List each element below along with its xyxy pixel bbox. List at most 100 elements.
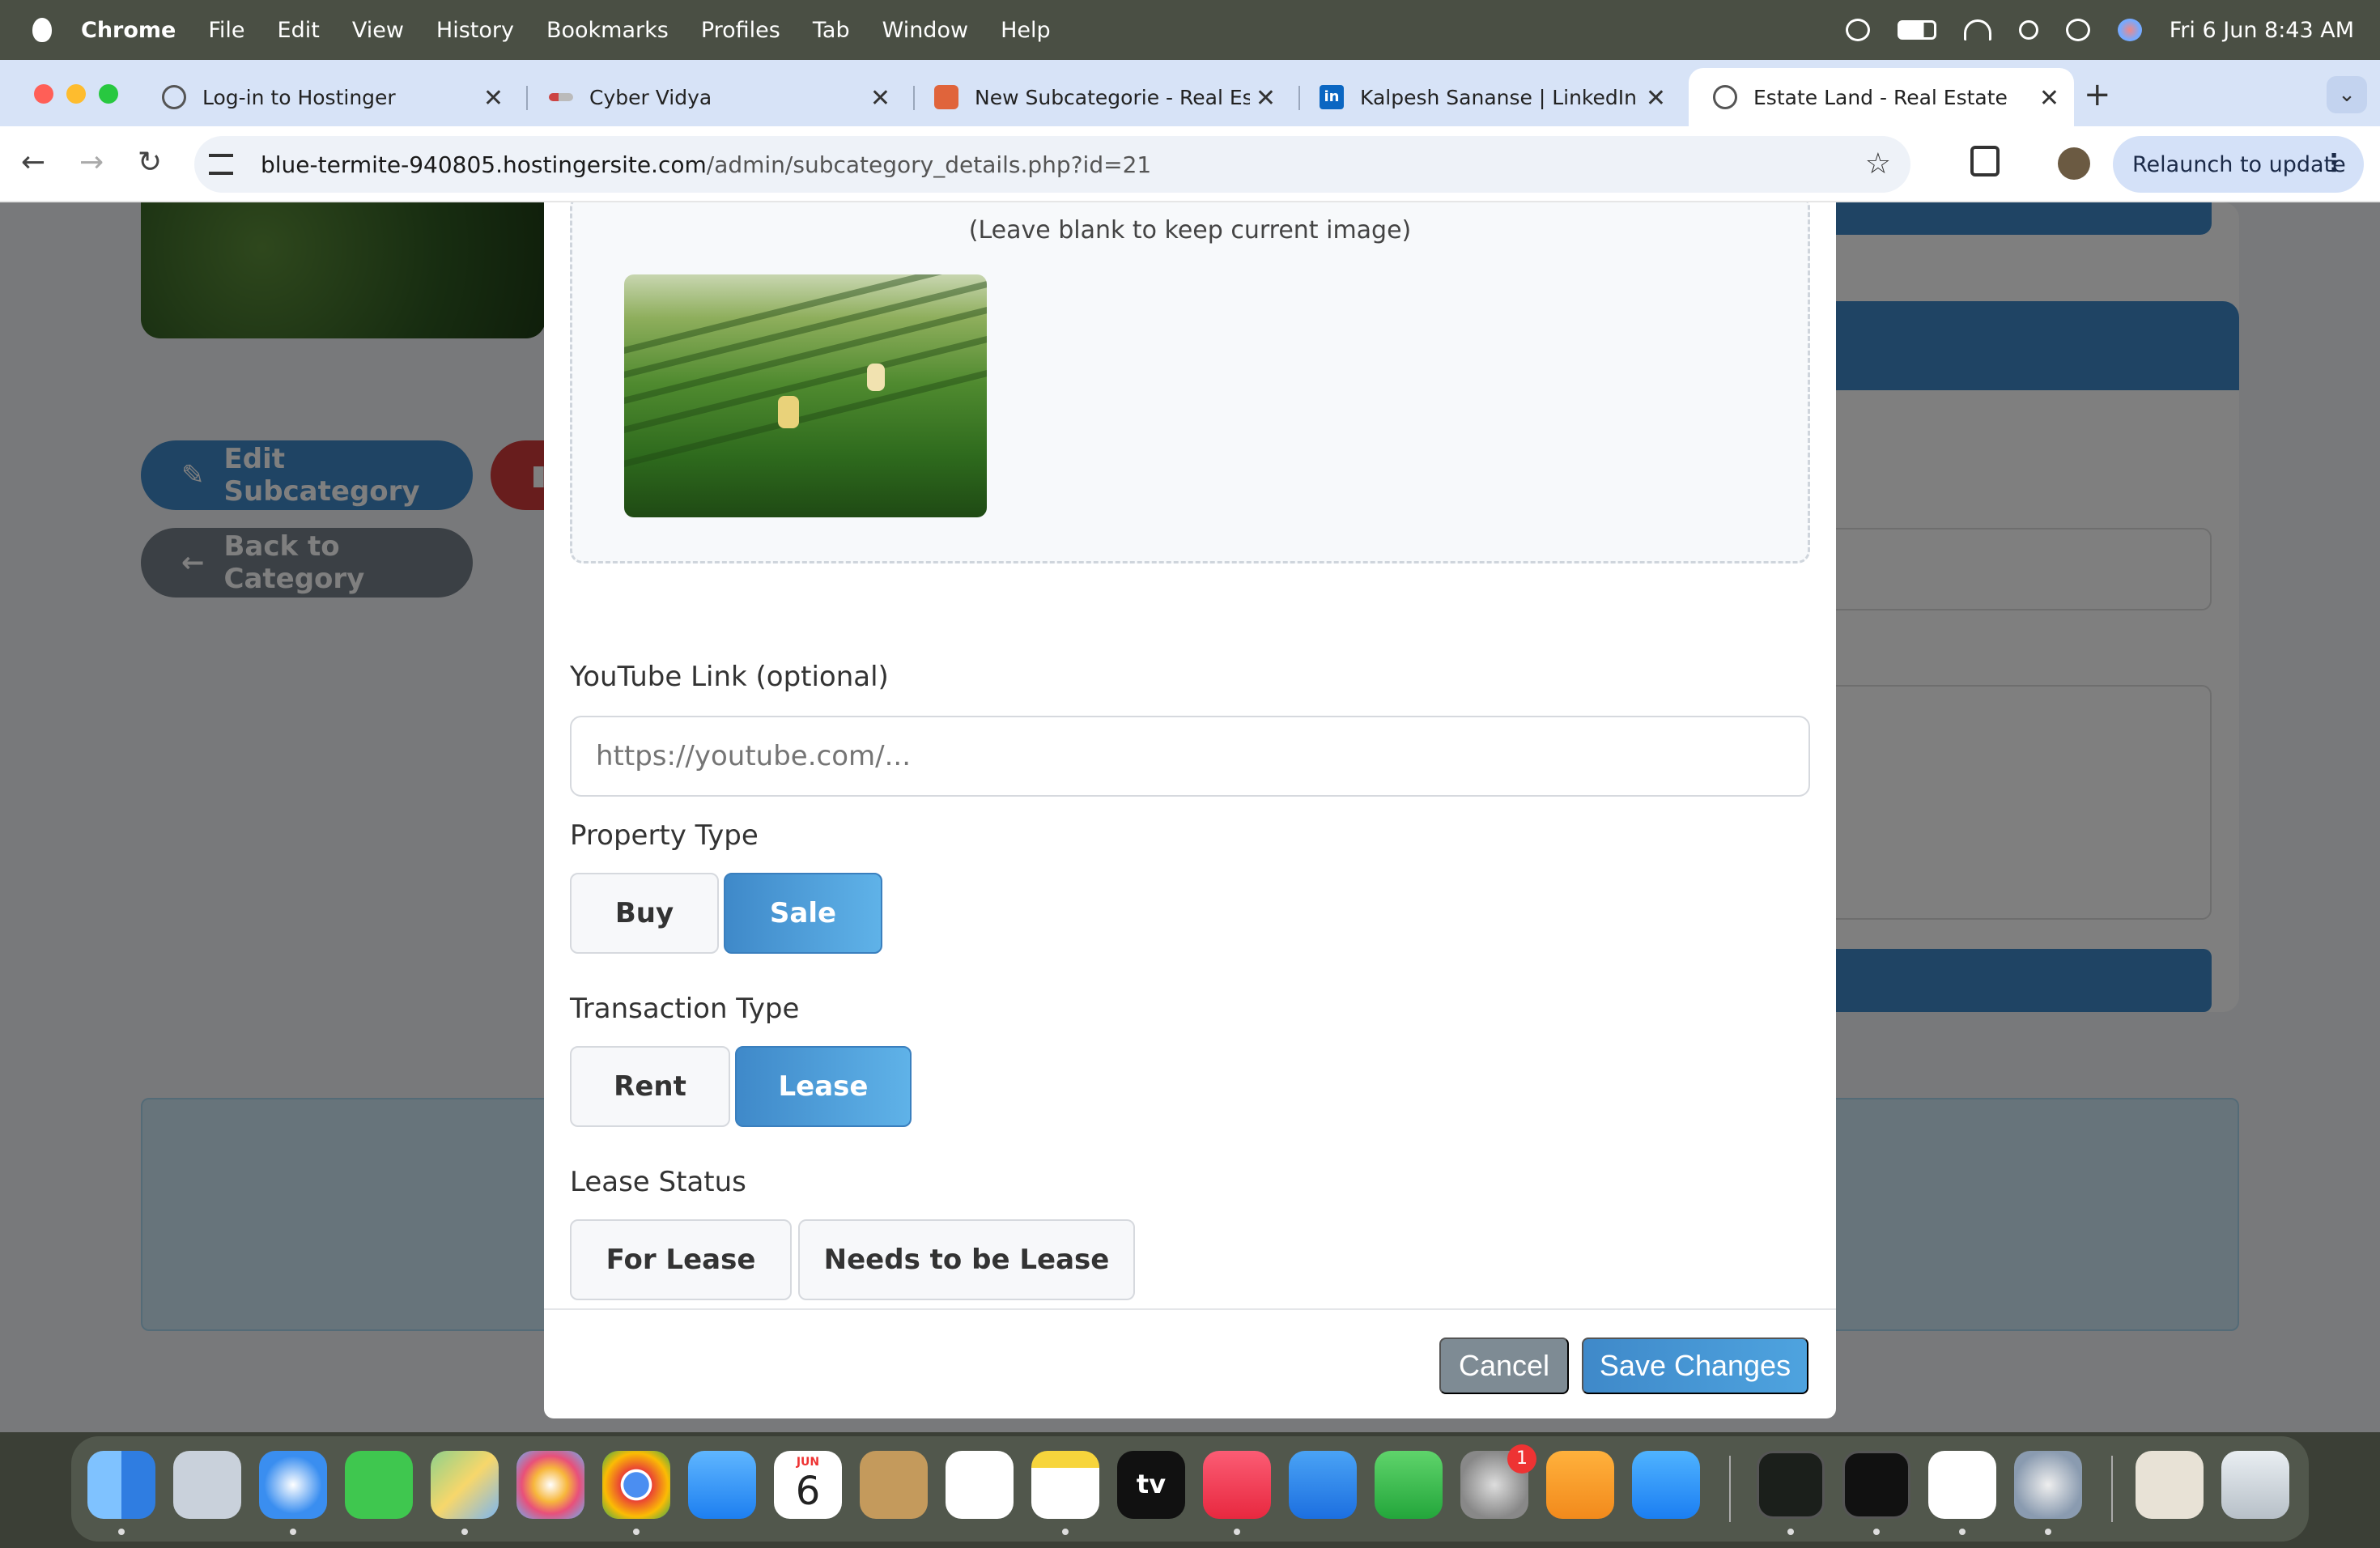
- url-path: /admin/subcategory_details.php?id=21: [706, 151, 1152, 178]
- tab-estate-land[interactable]: Estate Land - Real Estate ✕: [1689, 68, 2074, 126]
- trash-icon[interactable]: [2221, 1451, 2289, 1519]
- bookmark-star-icon[interactable]: ☆: [1865, 147, 1891, 181]
- lease-status-for-lease[interactable]: For Lease: [570, 1219, 792, 1300]
- lease-status-needs-to-be-lease[interactable]: Needs to be Lease: [798, 1219, 1135, 1300]
- finder-icon[interactable]: [87, 1451, 155, 1519]
- photos-icon[interactable]: [516, 1451, 584, 1519]
- youtube-link-input[interactable]: [570, 716, 1810, 797]
- chrome-menu-icon[interactable]: ⋮: [2322, 149, 2346, 177]
- tab-search-chevron-icon[interactable]: ⌄: [2327, 76, 2367, 113]
- battery-icon[interactable]: [1897, 20, 1936, 40]
- tab-title: Log-in to Hostinger: [202, 85, 396, 109]
- globe-icon: [1713, 85, 1737, 109]
- maps-icon[interactable]: [431, 1451, 499, 1519]
- safari-icon[interactable]: [259, 1451, 327, 1519]
- tab-linkedin[interactable]: in Kalpesh Sananse | LinkedIn ✕: [1295, 68, 1681, 126]
- site-settings-icon[interactable]: [209, 154, 233, 175]
- transaction-type-lease[interactable]: Lease: [735, 1046, 912, 1127]
- extensions-puzzle-icon[interactable]: [1970, 146, 2000, 176]
- forward-arrow-icon[interactable]: →: [79, 146, 104, 179]
- settings-gear-icon[interactable]: [2014, 1451, 2082, 1519]
- tea-row: [624, 274, 987, 356]
- close-tab-icon[interactable]: ✕: [483, 84, 504, 113]
- calendar-month: JUN: [796, 1456, 820, 1469]
- menu-window[interactable]: Window: [882, 18, 968, 43]
- relaunch-to-update-button[interactable]: Relaunch to update ⋮: [2113, 136, 2364, 193]
- close-tab-icon[interactable]: ✕: [870, 84, 890, 113]
- property-type-sale[interactable]: Sale: [724, 873, 882, 954]
- tab-log-in-hostinger[interactable]: Log-in to Hostinger ✕: [138, 68, 518, 126]
- calendar-icon[interactable]: JUN 6: [774, 1451, 842, 1519]
- menu-bookmarks[interactable]: Bookmarks: [546, 18, 669, 43]
- tab-cyber-vidya[interactable]: Cyber Vidya ✕: [525, 68, 905, 126]
- running-indicator: [290, 1529, 296, 1535]
- linkedin-icon: in: [1320, 85, 1344, 109]
- new-tab-icon[interactable]: +: [2084, 76, 2111, 113]
- terminal-icon[interactable]: [1842, 1451, 1910, 1519]
- cancel-button[interactable]: Cancel: [1439, 1337, 1569, 1394]
- property-type-label: Property Type: [570, 819, 759, 852]
- keynote-icon[interactable]: [1289, 1451, 1357, 1519]
- menu-file[interactable]: File: [208, 18, 244, 43]
- app-store-icon[interactable]: [1632, 1451, 1700, 1519]
- browser-toolbar: ← → ↻ blue-termite-940805.hostingersite.…: [0, 126, 2380, 202]
- page-content: ✎ Edit Subcategory ▮ ← Back to Category …: [0, 202, 2380, 1432]
- vscode-icon[interactable]: [1928, 1451, 1996, 1519]
- contacts-icon[interactable]: [860, 1451, 928, 1519]
- running-indicator: [1234, 1529, 1240, 1535]
- transaction-type-rent[interactable]: Rent: [570, 1046, 730, 1127]
- minimize-window-icon[interactable]: [66, 84, 86, 104]
- dock-separator: [2111, 1456, 2113, 1522]
- address-bar[interactable]: blue-termite-940805.hostingersite.com/ad…: [194, 136, 1910, 193]
- pages-icon[interactable]: [1546, 1451, 1614, 1519]
- siri-icon[interactable]: [2117, 19, 2142, 41]
- system-settings-icon[interactable]: 1: [1460, 1444, 1536, 1519]
- menu-tab[interactable]: Tab: [813, 18, 850, 43]
- edit-subcategory-modal: (Leave blank to keep current image) YouT…: [544, 202, 1836, 1418]
- zoom-window-icon[interactable]: [99, 84, 118, 104]
- apple-icon[interactable]: [32, 18, 52, 42]
- window-controls: [34, 84, 118, 104]
- reload-icon[interactable]: ↻: [138, 146, 162, 179]
- numbers-icon[interactable]: [1375, 1451, 1443, 1519]
- globe-icon: [162, 85, 186, 109]
- close-tab-icon[interactable]: ✕: [2039, 84, 2059, 113]
- launchpad-icon[interactable]: [173, 1451, 241, 1519]
- property-type-buy[interactable]: Buy: [570, 873, 719, 954]
- reminders-icon[interactable]: [946, 1451, 1014, 1519]
- menu-edit[interactable]: Edit: [278, 18, 320, 43]
- control-center-icon[interactable]: [2065, 19, 2090, 41]
- menu-bar-clock[interactable]: Fri 6 Jun 8:43 AM: [2170, 18, 2354, 43]
- tab-title: New Subcategorie - Real Esta: [975, 85, 1250, 109]
- menu-view[interactable]: View: [352, 18, 404, 43]
- hostinger-icon: [934, 85, 958, 109]
- spotlight-search-icon[interactable]: [2018, 20, 2038, 40]
- running-indicator: [461, 1529, 468, 1535]
- tab-new-subcategorie[interactable]: New Subcategorie - Real Esta ✕: [910, 68, 1290, 126]
- wifi-icon[interactable]: [1963, 19, 1991, 40]
- menu-app-name[interactable]: Chrome: [81, 18, 176, 43]
- apple-tv-icon[interactable]: tv: [1117, 1451, 1185, 1519]
- play-icon[interactable]: [1845, 19, 1870, 41]
- activity-monitor-icon[interactable]: [1757, 1451, 1825, 1519]
- youtube-link-label: YouTube Link (optional): [570, 661, 889, 693]
- notes-icon[interactable]: [1031, 1451, 1099, 1519]
- music-icon[interactable]: [1203, 1451, 1271, 1519]
- chrome-icon[interactable]: [602, 1451, 670, 1519]
- menu-profiles[interactable]: Profiles: [701, 18, 780, 43]
- relaunch-label: Relaunch to update: [2132, 151, 2346, 177]
- image-dropzone[interactable]: (Leave blank to keep current image): [570, 202, 1810, 563]
- preview-icon[interactable]: [2136, 1451, 2204, 1519]
- lease-status-label: Lease Status: [570, 1166, 746, 1198]
- dock-separator: [1729, 1456, 1731, 1522]
- save-changes-button[interactable]: Save Changes: [1582, 1337, 1808, 1394]
- menu-history[interactable]: History: [436, 18, 514, 43]
- close-tab-icon[interactable]: ✕: [1256, 84, 1276, 113]
- mail-icon[interactable]: [688, 1451, 756, 1519]
- menu-help[interactable]: Help: [1001, 18, 1051, 43]
- close-tab-icon[interactable]: ✕: [1646, 84, 1666, 113]
- close-window-icon[interactable]: [34, 84, 53, 104]
- messages-icon[interactable]: [345, 1451, 413, 1519]
- profile-avatar[interactable]: [2058, 147, 2090, 180]
- back-arrow-icon[interactable]: ←: [21, 146, 45, 179]
